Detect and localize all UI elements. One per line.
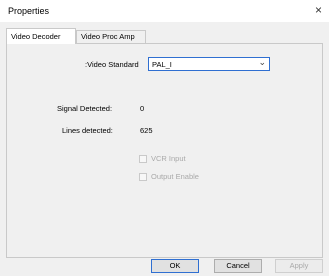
- lines-detected-label: Lines detected:: [62, 126, 113, 135]
- apply-button[interactable]: Apply: [275, 259, 323, 273]
- window-title: Properties: [8, 6, 50, 16]
- close-icon[interactable]: ×: [315, 4, 322, 16]
- tab-video-proc-amp[interactable]: Video Proc Amp: [76, 30, 146, 43]
- title-bar: Properties ×: [0, 0, 329, 22]
- video-standard-value: PAL_I: [152, 60, 172, 69]
- properties-dialog: Properties × Video Decoder Video Proc Am…: [0, 0, 329, 276]
- output-enable-box: [139, 172, 147, 181]
- video-standard-select[interactable]: PAL_I ⌄: [148, 57, 270, 71]
- lines-detected-value: 625: [140, 126, 153, 135]
- vcr-input-label: VCR Input: [151, 154, 186, 163]
- vcr-input-checkbox[interactable]: VCR Input: [139, 154, 186, 163]
- chevron-down-icon: ⌄: [258, 57, 266, 67]
- signal-detected-value: 0: [140, 104, 145, 113]
- cancel-button[interactable]: Cancel: [214, 259, 262, 273]
- ok-button[interactable]: OK: [151, 259, 199, 273]
- vcr-input-box: [139, 154, 147, 163]
- video-standard-label: :Video Standard: [85, 60, 139, 69]
- video-decoder-panel: :Video Standard PAL_I ⌄ Signal Detected:…: [6, 43, 323, 258]
- output-enable-label: Output Enable: [151, 172, 199, 181]
- tab-video-decoder[interactable]: Video Decoder: [6, 28, 76, 44]
- signal-detected-label: Signal Detected:: [57, 104, 113, 113]
- output-enable-checkbox[interactable]: Output Enable: [139, 172, 199, 181]
